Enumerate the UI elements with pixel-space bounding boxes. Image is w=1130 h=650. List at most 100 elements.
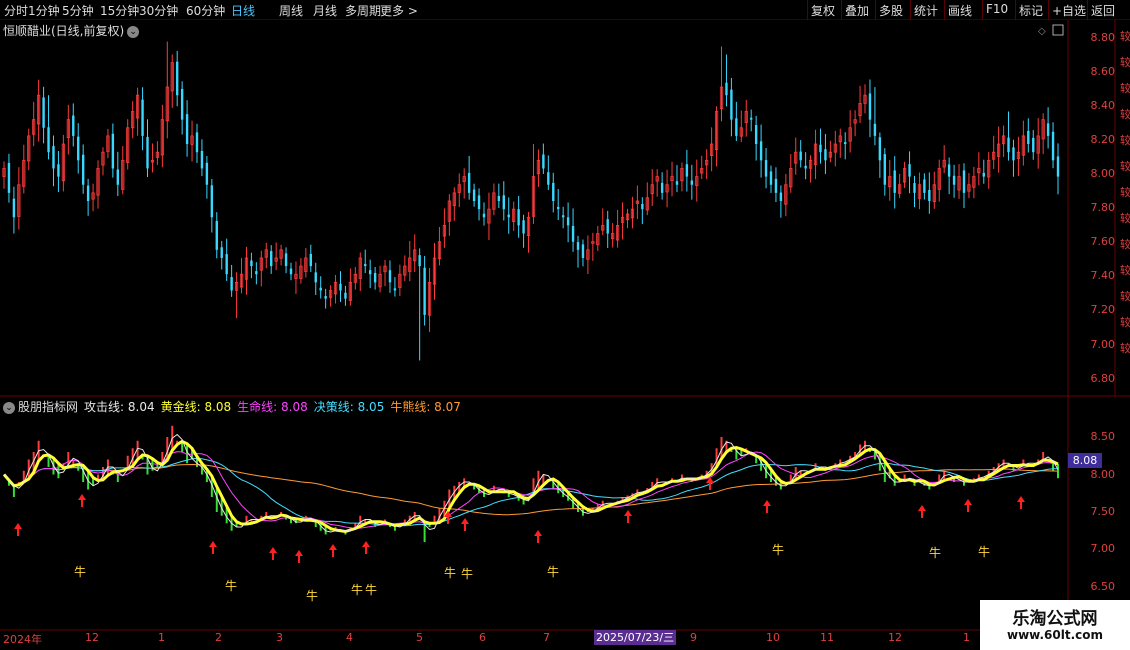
side-text: 较 <box>1120 108 1130 121</box>
candle-body <box>482 213 486 218</box>
candle-body <box>284 253 288 267</box>
buy-arrow-head <box>918 505 926 511</box>
niu-marker: 牛 <box>444 566 457 580</box>
candle-body <box>685 164 689 177</box>
candle-body <box>913 183 916 193</box>
side-text: 较 <box>1120 160 1130 173</box>
date-label: 12 <box>888 631 902 644</box>
axis-label: 7.20 <box>1090 303 1116 316</box>
candle-body <box>116 169 120 185</box>
candle-body <box>690 180 694 185</box>
candle-body <box>730 89 733 120</box>
niu-marker: 牛 <box>225 579 238 593</box>
candle-body <box>1027 130 1030 145</box>
attack-line <box>3 433 1059 533</box>
candle-body <box>314 272 317 283</box>
candle-body <box>497 195 501 201</box>
side-text: 较 <box>1120 316 1130 329</box>
candle-body <box>200 150 204 169</box>
candle-body <box>418 255 421 267</box>
date-label: 1 <box>158 631 165 644</box>
buy-arrow-head <box>534 530 542 536</box>
buy-arrow-head <box>624 510 632 516</box>
candle-body <box>339 283 342 291</box>
side-text: 较 <box>1120 186 1130 199</box>
axis-label: 8.00 <box>1090 167 1116 180</box>
candle-body <box>141 99 144 136</box>
candle-body <box>764 160 768 177</box>
candle-body <box>472 189 476 201</box>
candle-body <box>641 203 644 210</box>
diamond-icon: ◇ <box>1038 26 1046 37</box>
candle-body <box>230 277 233 291</box>
candle-body <box>868 93 872 120</box>
candle-body <box>1007 137 1010 153</box>
candle-body <box>517 209 520 226</box>
candle-body <box>542 154 545 169</box>
side-text: 较 <box>1120 264 1130 277</box>
candle-body <box>364 264 367 267</box>
candle-body <box>57 164 60 177</box>
candle-body <box>344 292 347 299</box>
candle-body <box>195 132 199 153</box>
chart-canvas[interactable]: ◇ <box>0 0 1130 650</box>
candle-body <box>606 219 609 234</box>
candle-body <box>52 146 55 169</box>
candle-body <box>72 115 75 136</box>
bull-bear-line <box>53 463 1059 516</box>
niu-marker: 牛 <box>351 583 364 597</box>
niu-marker: 牛 <box>547 565 560 579</box>
side-text: 较 <box>1120 238 1130 251</box>
candle-body <box>388 270 392 283</box>
candle-body <box>319 287 322 291</box>
candle-body <box>250 260 253 267</box>
candle-body <box>81 154 85 185</box>
candle-body <box>576 242 580 250</box>
candle-body <box>893 170 896 193</box>
candle-body <box>215 220 218 250</box>
buy-arrow-head <box>78 494 86 500</box>
candle-body <box>86 185 90 201</box>
date-label: 7 <box>543 631 550 644</box>
candle-body <box>754 125 758 145</box>
niu-marker: 牛 <box>365 583 378 597</box>
niu-marker: 牛 <box>929 546 942 560</box>
candle-body <box>77 136 80 161</box>
side-text: 较 <box>1120 82 1130 95</box>
niu-marker: 牛 <box>772 543 785 557</box>
candle-body <box>962 170 966 193</box>
axis-label: 7.80 <box>1090 201 1116 214</box>
candle-body <box>255 271 258 275</box>
buy-arrow-head <box>209 541 217 547</box>
candle-body <box>220 247 223 258</box>
side-text: 较 <box>1120 30 1130 43</box>
axis-label: 6.50 <box>1090 580 1116 593</box>
date-label: 12 <box>85 631 99 644</box>
candle-body <box>571 225 575 242</box>
panel-toggle-icon <box>1052 24 1064 36</box>
axis-label: 8.80 <box>1090 31 1116 44</box>
decision-line <box>3 457 1058 527</box>
candle-body <box>774 178 778 193</box>
current-value-tag: 8.08 <box>1068 453 1102 468</box>
candle-body <box>205 162 209 185</box>
axis-label: 6.80 <box>1090 372 1116 385</box>
candle-body <box>878 137 882 161</box>
candle-body <box>923 179 926 193</box>
date-label: 3 <box>276 631 283 644</box>
candle-body <box>844 142 847 145</box>
candle-body <box>309 253 312 267</box>
candle-body <box>824 149 827 161</box>
buy-arrow-head <box>763 500 771 506</box>
candle-body <box>883 154 887 185</box>
candle-body <box>175 61 179 96</box>
candle-body <box>47 127 50 153</box>
candle-body <box>581 244 585 258</box>
side-text: 较 <box>1120 212 1130 225</box>
candle-body <box>735 118 738 136</box>
candle-body <box>561 215 565 218</box>
candle-body <box>423 267 426 315</box>
candle-body <box>210 185 214 218</box>
axis-label: 7.00 <box>1090 542 1116 555</box>
niu-marker: 牛 <box>74 565 87 579</box>
